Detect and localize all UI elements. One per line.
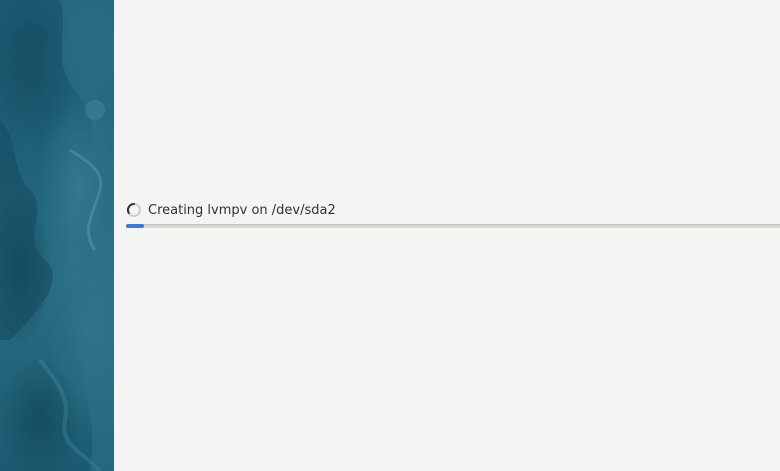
progress-bar [126, 224, 780, 228]
sidebar-texture [0, 0, 114, 471]
sidebar-background [0, 0, 114, 471]
spinner-icon [127, 203, 141, 217]
installer-window: Creating lvmpv on /dev/sda2 [0, 0, 780, 471]
progress-bar-fill [126, 224, 145, 228]
status-text: Creating lvmpv on /dev/sda2 [148, 202, 336, 218]
progress-status: Creating lvmpv on /dev/sda2 [126, 201, 336, 219]
main-content: Creating lvmpv on /dev/sda2 [114, 0, 780, 471]
